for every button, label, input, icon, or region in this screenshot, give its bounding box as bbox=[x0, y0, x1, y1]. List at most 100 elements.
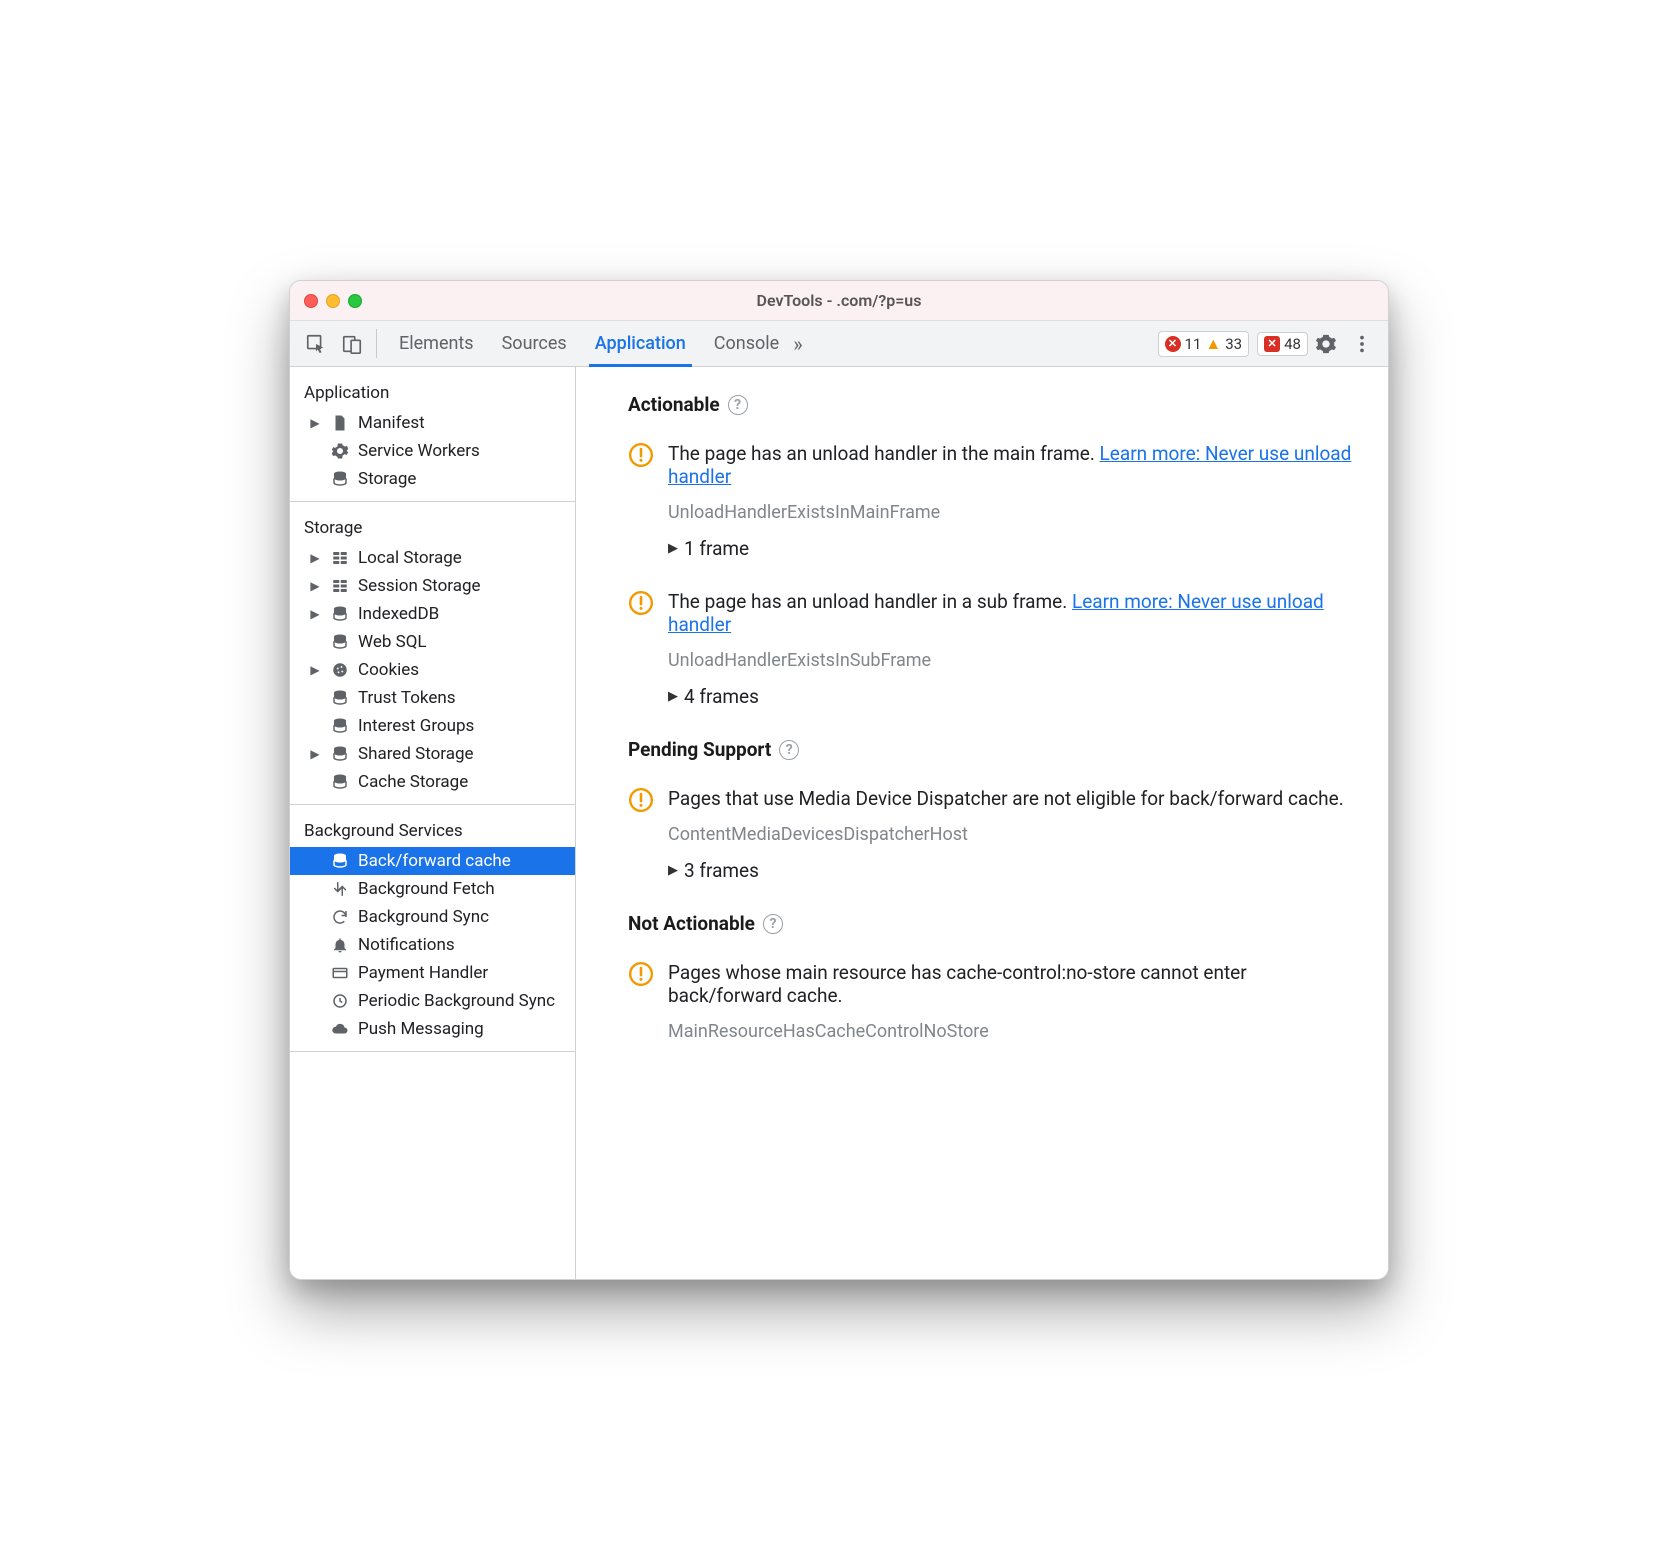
tab-application[interactable]: Application bbox=[593, 321, 688, 366]
issue-description: Pages that use Media Device Dispatcher a… bbox=[668, 787, 1344, 810]
error-icon: ✕ bbox=[1165, 336, 1181, 352]
issue-description: The page has an unload handler in the ma… bbox=[668, 442, 1100, 465]
storage-icon bbox=[330, 772, 350, 792]
issue-row: The page has an unload handler in a sub … bbox=[628, 590, 1360, 671]
sidebar-item-cache-storage[interactable]: ▶Cache Storage bbox=[290, 768, 575, 796]
frames-toggle[interactable]: ▶1 frame bbox=[668, 537, 1360, 560]
expand-arrow-icon[interactable]: ▶ bbox=[308, 551, 322, 565]
sidebar-item-manifest[interactable]: ▶Manifest bbox=[290, 409, 575, 437]
sidebar-item-label: Cookies bbox=[358, 660, 419, 680]
frames-toggle[interactable]: ▶ 3 frames bbox=[668, 859, 1360, 882]
frames-toggle[interactable]: ▶4 frames bbox=[668, 685, 1360, 708]
sidebar-heading: Storage bbox=[290, 508, 575, 544]
section-title: Not Actionable? bbox=[628, 912, 1360, 935]
issue-body: Pages that use Media Device Dispatcher a… bbox=[668, 787, 1360, 845]
expand-arrow-icon[interactable]: ▶ bbox=[308, 579, 322, 593]
issues-chip[interactable]: ✕ 48 bbox=[1257, 332, 1308, 356]
sidebar-item-session-storage[interactable]: ▶Session Storage bbox=[290, 572, 575, 600]
issue-text: The page has an unload handler in the ma… bbox=[668, 442, 1360, 488]
sidebar-item-periodic-background-sync[interactable]: ▶Periodic Background Sync bbox=[290, 987, 575, 1015]
storage-icon bbox=[330, 604, 350, 624]
expand-arrow-icon: ▶ bbox=[668, 689, 678, 704]
window-controls bbox=[304, 294, 362, 308]
sidebar-item-service-workers[interactable]: ▶Service Workers bbox=[290, 437, 575, 465]
titlebar: DevTools - .com/?p=us bbox=[290, 281, 1388, 321]
section-title: Pending Support? bbox=[628, 738, 1360, 761]
sidebar-item-cookies[interactable]: ▶ Cookies bbox=[290, 656, 575, 684]
expand-arrow-icon[interactable]: ▶ bbox=[308, 607, 322, 621]
gear-icon bbox=[330, 441, 350, 461]
window-title: DevTools - .com/?p=us bbox=[757, 291, 922, 310]
storage-icon bbox=[330, 469, 350, 489]
expand-arrow-icon[interactable]: ▶ bbox=[308, 663, 322, 677]
sidebar-section: Application▶Manifest▶Service Workers▶Sto… bbox=[290, 367, 575, 502]
expand-arrow-icon[interactable]: ▶ bbox=[308, 416, 322, 430]
devtools-window: DevTools - .com/?p=us Elements Sources A… bbox=[289, 280, 1389, 1280]
grid-icon bbox=[330, 576, 350, 596]
divider bbox=[376, 329, 377, 358]
issue-description: The page has an unload handler in a sub … bbox=[668, 590, 1072, 613]
help-icon[interactable]: ? bbox=[728, 395, 748, 415]
storage-icon bbox=[330, 716, 350, 736]
sidebar-item-label: Shared Storage bbox=[358, 744, 474, 764]
issues-icon: ✕ bbox=[1264, 336, 1280, 352]
sidebar-section: Background Services▶Back/forward cache▶B… bbox=[290, 805, 575, 1052]
minimize-window-button[interactable] bbox=[326, 294, 340, 308]
file-icon bbox=[330, 413, 350, 433]
sidebar-item-storage[interactable]: ▶Storage bbox=[290, 465, 575, 493]
issue-text: Pages that use Media Device Dispatcher a… bbox=[668, 787, 1360, 810]
sidebar-item-label: Local Storage bbox=[358, 548, 462, 568]
sidebar-item-indexeddb[interactable]: ▶IndexedDB bbox=[290, 600, 575, 628]
section-title-text: Actionable bbox=[628, 393, 720, 416]
close-window-button[interactable] bbox=[304, 294, 318, 308]
tab-elements[interactable]: Elements bbox=[397, 321, 476, 366]
sidebar-item-back-forward-cache[interactable]: ▶Back/forward cache bbox=[290, 847, 575, 875]
tab-sources[interactable]: Sources bbox=[500, 321, 569, 366]
sidebar-item-payment-handler[interactable]: ▶Payment Handler bbox=[290, 959, 575, 987]
expand-arrow-icon[interactable]: ▶ bbox=[308, 747, 322, 761]
issue-code: UnloadHandlerExistsInSubFrame bbox=[668, 650, 1360, 671]
sidebar-item-web-sql[interactable]: ▶Web SQL bbox=[290, 628, 575, 656]
tab-console[interactable]: Console bbox=[712, 321, 781, 366]
sidebar-item-push-messaging[interactable]: ▶Push Messaging bbox=[290, 1015, 575, 1043]
more-tabs-button[interactable]: » bbox=[793, 321, 802, 366]
sidebar-heading: Background Services bbox=[290, 811, 575, 847]
kebab-menu-icon[interactable] bbox=[1344, 321, 1380, 366]
device-toolbar-icon[interactable] bbox=[334, 321, 370, 366]
zoom-window-button[interactable] bbox=[348, 294, 362, 308]
sidebar-item-local-storage[interactable]: ▶ Local Storage bbox=[290, 544, 575, 572]
expand-arrow-icon: ▶ bbox=[668, 863, 678, 878]
cookie-icon bbox=[330, 660, 350, 680]
sidebar-item-label: Periodic Background Sync bbox=[358, 991, 555, 1011]
issue-description: Pages whose main resource has cache-cont… bbox=[668, 961, 1247, 1007]
issue-text: The page has an unload handler in a sub … bbox=[668, 590, 1360, 636]
frames-label: 3 frames bbox=[684, 859, 759, 882]
sidebar-item-label: Web SQL bbox=[358, 632, 427, 652]
console-status-chip[interactable]: ✕ 11 ▲ 33 bbox=[1158, 331, 1250, 357]
sidebar-item-trust-tokens[interactable]: ▶Trust Tokens bbox=[290, 684, 575, 712]
inspect-element-icon[interactable] bbox=[298, 321, 334, 366]
sidebar-item-background-sync[interactable]: ▶Background Sync bbox=[290, 903, 575, 931]
sidebar-item-label: Background Fetch bbox=[358, 879, 495, 899]
help-icon[interactable]: ? bbox=[779, 740, 799, 760]
sidebar-item-label: Notifications bbox=[358, 935, 455, 955]
storage-icon bbox=[330, 632, 350, 652]
sidebar-item-shared-storage[interactable]: ▶ Shared Storage bbox=[290, 740, 575, 768]
issue-code: MainResourceHasCacheControlNoStore bbox=[668, 1021, 1360, 1042]
issue-body: The page has an unload handler in the ma… bbox=[668, 442, 1360, 523]
sidebar-item-background-fetch[interactable]: ▶Background Fetch bbox=[290, 875, 575, 903]
sidebar-heading: Application bbox=[290, 373, 575, 409]
warning-count: 33 bbox=[1225, 335, 1242, 353]
error-count: 11 bbox=[1185, 335, 1202, 353]
settings-icon[interactable] bbox=[1308, 321, 1344, 366]
section-title: Actionable? bbox=[628, 393, 1360, 416]
sidebar-item-label: Storage bbox=[358, 469, 416, 489]
help-icon[interactable]: ? bbox=[763, 914, 783, 934]
section-title-text: Pending Support bbox=[628, 738, 771, 761]
sidebar-item-notifications[interactable]: ▶Notifications bbox=[290, 931, 575, 959]
sidebar-item-interest-groups[interactable]: ▶Interest Groups bbox=[290, 712, 575, 740]
issue-row: Pages whose main resource has cache-cont… bbox=[628, 961, 1360, 1042]
sidebar-item-label: Cache Storage bbox=[358, 772, 468, 792]
sidebar-item-label: Back/forward cache bbox=[358, 851, 511, 871]
expand-arrow-icon: ▶ bbox=[668, 541, 678, 556]
